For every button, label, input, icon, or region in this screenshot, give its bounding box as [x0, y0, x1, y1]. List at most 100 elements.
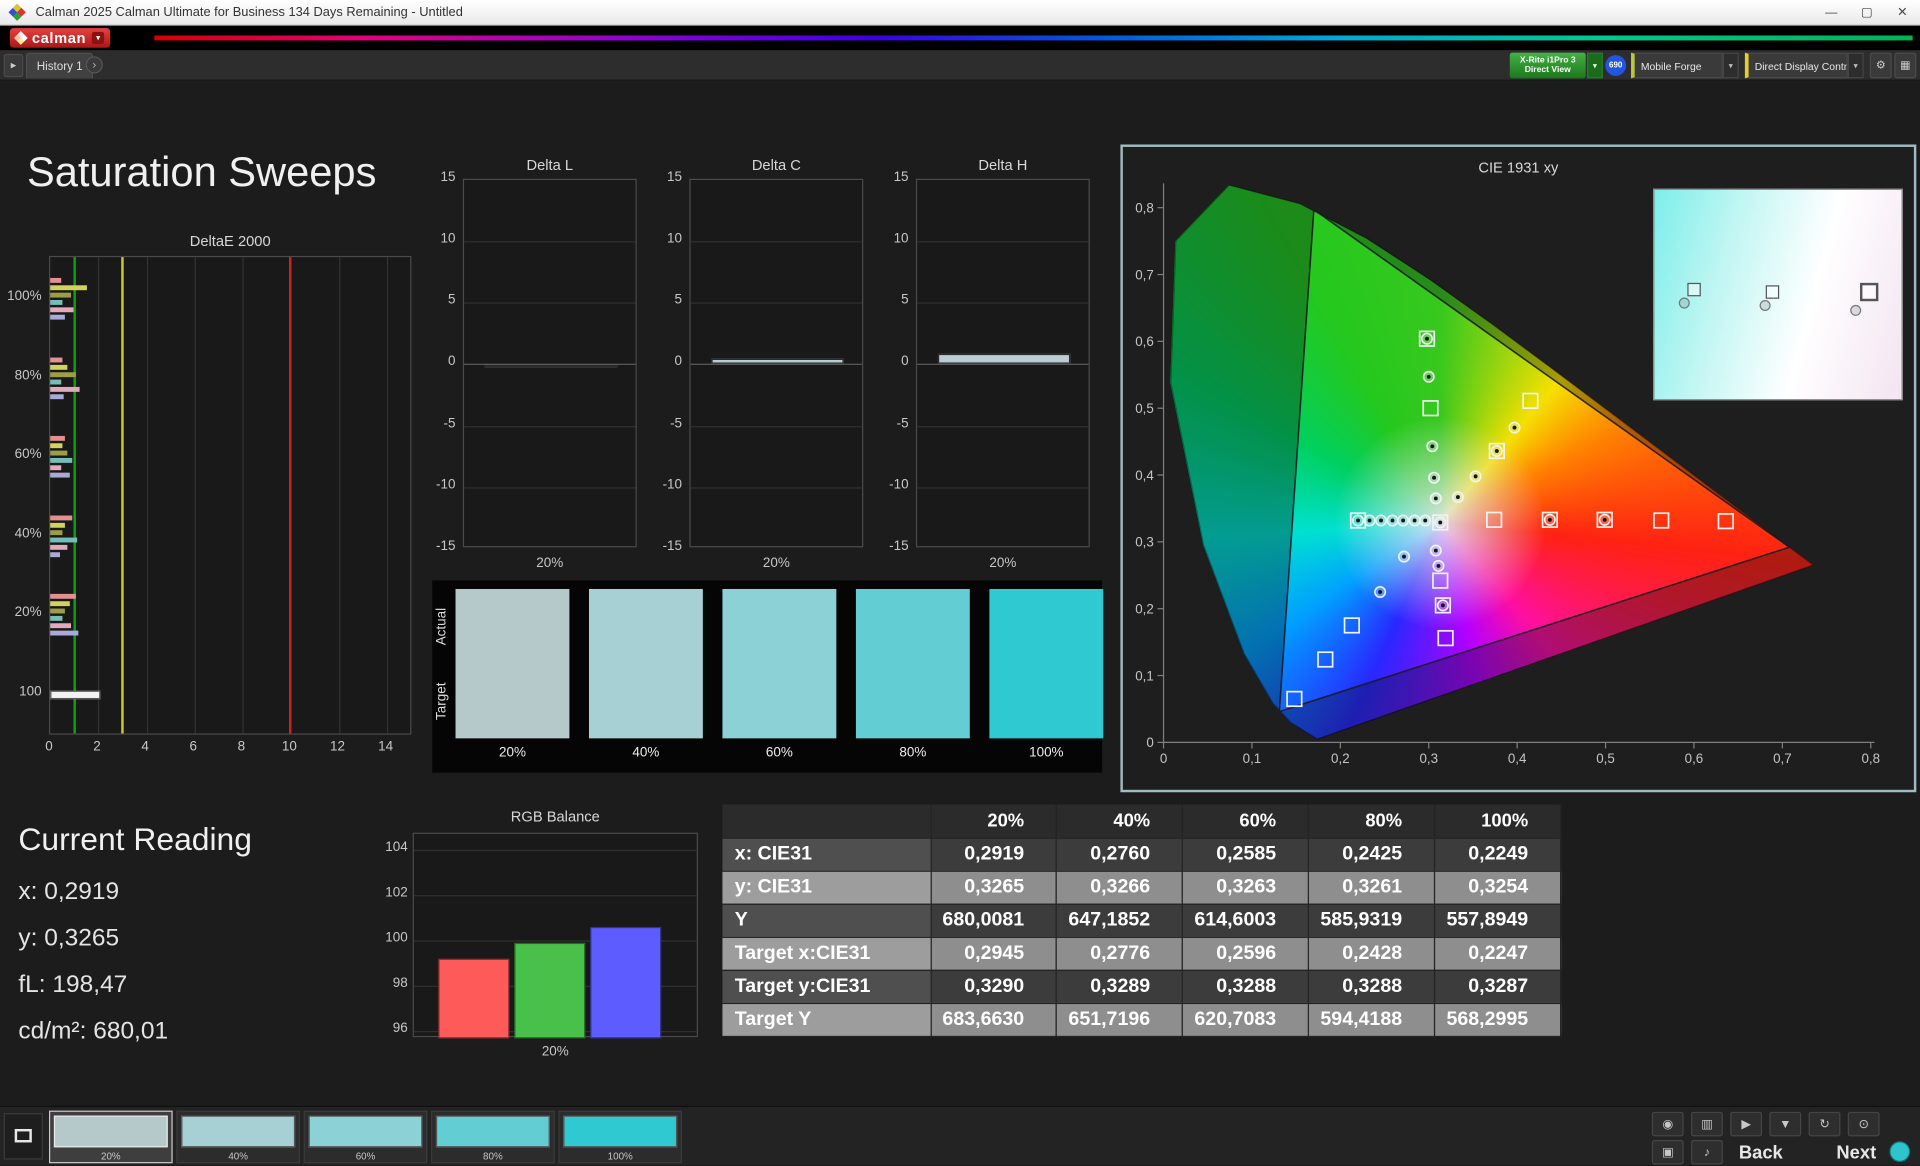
- tab-label: 80%: [483, 1151, 503, 1163]
- deltae-bar: [50, 435, 66, 441]
- target-point: [1522, 392, 1539, 409]
- measured-point-dot: [1367, 518, 1372, 523]
- gridline: [413, 895, 697, 897]
- saturation-tab-20%[interactable]: 20%: [48, 1110, 173, 1164]
- saturation-tab-100%[interactable]: 100%: [558, 1110, 683, 1164]
- table-cell: 585,9319: [1308, 903, 1436, 938]
- row-label: Y: [722, 903, 932, 938]
- speaker-button[interactable]: ♪: [1691, 1139, 1723, 1165]
- minimize-button[interactable]: —: [1813, 0, 1849, 24]
- y-tick-label: 20%: [14, 604, 42, 620]
- save-button[interactable]: ▼: [1769, 1111, 1802, 1137]
- table-cell: 0,2425: [1308, 837, 1436, 872]
- cie-y-tick: 0: [1146, 735, 1153, 750]
- display-dropdown[interactable]: ▾: [1847, 52, 1864, 79]
- gridline: [98, 257, 100, 734]
- deltae-bar: [50, 465, 62, 471]
- chart-title: Delta C: [751, 156, 801, 174]
- y-tick-label: 104: [385, 839, 408, 855]
- y-tick-label: 5: [674, 293, 683, 308]
- saturation-tab-60%[interactable]: 60%: [303, 1110, 428, 1164]
- inset-target-point: [1687, 282, 1701, 297]
- target-point: [1317, 651, 1334, 668]
- display-button[interactable]: ▣: [1651, 1139, 1684, 1165]
- calman-logo[interactable]: calman ▾: [9, 28, 111, 48]
- target-label: Target: [434, 682, 450, 720]
- swatch-label: 20%: [498, 745, 526, 761]
- meter-count-badge: 690: [1605, 55, 1627, 76]
- measured-point-dot: [1440, 603, 1445, 608]
- meter-line1: X-Rite i1Pro 3: [1519, 55, 1576, 65]
- meter-dropdown[interactable]: ▾: [1586, 52, 1603, 79]
- cie-y-tick: 0,3: [1135, 535, 1154, 550]
- layout-button[interactable]: ▦: [1894, 52, 1917, 79]
- source-button[interactable]: Mobile Forge: [1631, 52, 1723, 79]
- saturation-tab-40%[interactable]: 40%: [176, 1110, 300, 1164]
- settings-button[interactable]: ⚙: [1869, 52, 1892, 79]
- y-tick-label: 10: [667, 231, 683, 247]
- saturation-tabs: 20% 40% 60% 80% 100%: [0, 1107, 735, 1166]
- cie-x-tick: 0,7: [1773, 751, 1792, 766]
- measured-point-dot: [1430, 444, 1435, 449]
- power-button[interactable]: ⊙: [1847, 1111, 1880, 1137]
- rgb-section: RGB Balance 20% 104 102 100 98 96: [371, 808, 702, 1077]
- y-tick-label: 80%: [14, 368, 42, 384]
- deltae-bar: [50, 443, 63, 449]
- swatch-40%: [588, 588, 703, 739]
- y-tick-label: 0: [674, 354, 683, 370]
- gridline: [464, 302, 636, 305]
- meter-button[interactable]: X-Rite i1Pro 3 Direct View: [1509, 52, 1586, 79]
- history-expand-button[interactable]: ▸: [3, 53, 24, 78]
- x-tick-label: 10: [281, 739, 297, 755]
- history-nav-button[interactable]: ›: [85, 56, 103, 74]
- source-dropdown[interactable]: ▾: [1722, 52, 1739, 79]
- display-control-button[interactable]: Direct Display Control: [1744, 52, 1848, 79]
- trash-button[interactable]: ▥: [1691, 1111, 1723, 1137]
- swatch-60%: [722, 588, 837, 739]
- deltae-bar: [50, 515, 73, 521]
- window-controls: — ▢ ✕: [1813, 0, 1920, 24]
- tab-swatch: [435, 1115, 550, 1148]
- app-icon: [8, 3, 26, 21]
- maximize-button[interactable]: ▢: [1849, 0, 1885, 24]
- eye-button[interactable]: ◉: [1651, 1111, 1684, 1137]
- deltae-bar: [50, 689, 101, 699]
- next-button[interactable]: Next: [1828, 1140, 1884, 1164]
- table-row: Target y:CIE31 0,3290 0,3289 0,3288 0,3288 0,…: [722, 969, 1562, 1004]
- measured-point-dot: [1433, 496, 1438, 501]
- measured-point-dot: [1426, 374, 1431, 379]
- y-tick-label: 102: [385, 885, 408, 900]
- deltae-plot: [48, 255, 412, 735]
- calman-logo-text: calman: [31, 29, 87, 47]
- measured-point-dot: [1455, 495, 1460, 500]
- y-tick-label: 40%: [14, 526, 42, 542]
- gridline: [146, 257, 148, 734]
- table-cell: 0,2249: [1434, 837, 1562, 872]
- y-tick-label: 0: [901, 354, 909, 370]
- measured-point-dot: [1438, 520, 1443, 525]
- table-cell: 620,7083: [1182, 1002, 1310, 1037]
- inset-target-point: [1765, 285, 1780, 299]
- table-cell: 0,3288: [1308, 969, 1436, 1004]
- values-table: 20% 40% 60% 80% 100% x: CIE31 0,2919 0,2760 0,25…: [722, 804, 1562, 1037]
- y-tick-label: 100: [385, 930, 408, 946]
- tab-swatch: [308, 1115, 423, 1148]
- saturation-tab-80%[interactable]: 80%: [431, 1110, 555, 1164]
- gridline: [413, 849, 697, 851]
- swatch-label: 100%: [1029, 745, 1064, 761]
- logo-menu-arrow-icon[interactable]: ▾: [92, 31, 104, 45]
- tab-label: 100%: [607, 1151, 633, 1163]
- gridline: [917, 364, 1089, 366]
- tab-history[interactable]: History 1: [25, 52, 94, 79]
- refresh-button[interactable]: ↻: [1808, 1111, 1841, 1137]
- deltae-bar: [50, 314, 66, 320]
- play-button[interactable]: ▶: [1730, 1111, 1763, 1137]
- bottombar: 20% 40% 60% 80% 100% ◉ ▥ ▶ ▼ ↻ ⊙ ▣ ♪ Back Next: [0, 1105, 1920, 1166]
- y-tick-label: 10: [893, 231, 909, 247]
- deltae-bar: [50, 394, 64, 400]
- deltae-bar: [50, 537, 78, 543]
- back-button[interactable]: Back: [1728, 1140, 1794, 1164]
- close-button[interactable]: ✕: [1884, 0, 1920, 24]
- target-point: [1437, 629, 1454, 647]
- y-tick-label: -5: [443, 415, 456, 431]
